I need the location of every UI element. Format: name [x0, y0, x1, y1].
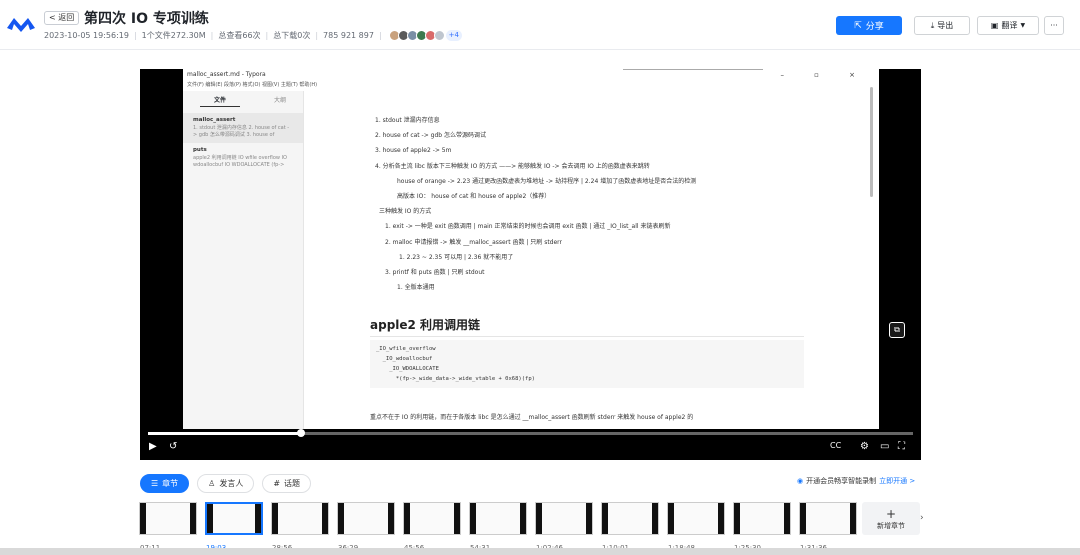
add-chapter-button[interactable]: + 新增章节	[862, 502, 920, 535]
doc-line: 高版本 IO： house of cat 和 house of apple2（推…	[397, 193, 551, 201]
settings-icon[interactable]: ⚙	[860, 441, 869, 452]
doc-line: 3. printf 和 puts 函数 | 只刷 stdout	[385, 269, 485, 277]
chapter-thumbnail[interactable]	[469, 502, 527, 535]
more-avatars-badge[interactable]: +4	[445, 30, 462, 41]
document-body: 1. stdout 泄漏内存信息 2. house of cat -> gdb 怎…	[371, 113, 811, 295]
chapter-thumbnail[interactable]	[667, 502, 725, 535]
meta-downloads: 总下载0次	[273, 31, 311, 40]
vip-icon: ◉	[797, 477, 804, 485]
tab-chapters[interactable]: ☰ 章节	[140, 474, 190, 493]
share-button[interactable]: ⇱ 分享	[836, 16, 902, 35]
doc-line: 2. malloc 申请报错 -> 触发 __malloc_assert 函数 …	[385, 238, 563, 246]
chapter-thumbnail[interactable]	[799, 502, 857, 535]
code-block: _IO_wfile_overflow _IO_wdoallocbuf _IO_W…	[370, 340, 804, 388]
tab-label: 话题	[284, 479, 301, 488]
progress-handle[interactable]	[297, 429, 305, 437]
export-label: 导出	[937, 21, 954, 30]
doc-line: 4. 分析各主流 libc 版本下三种触发 IO 的方式 ——> 能够触发 IO…	[375, 162, 650, 170]
taskbar	[0, 548, 1080, 555]
plus-icon: +	[885, 506, 897, 521]
bottom-tabs: ☰ 章节 ♙ 发言人 # 话题	[140, 474, 312, 493]
fullscreen-icon[interactable]: ⛶	[898, 441, 905, 452]
open-vip-link[interactable]: 立即开通 >	[879, 476, 915, 486]
meta-files: 1个文件272.30M	[141, 31, 206, 40]
doc-line: 1. exit -> 一种是 exit 函数调用 | main 正常结束的时候也…	[385, 223, 671, 231]
chevron-right-icon[interactable]: ›	[920, 513, 924, 523]
meta-datetime: 2023-10-05 19:56:19	[44, 31, 129, 40]
add-chapter-label: 新增章节	[877, 521, 905, 530]
tab-topics[interactable]: # 话题	[262, 474, 312, 493]
file-desc: apple2 利用调用链 IO wfile overflow IO wdoall…	[193, 155, 287, 168]
doc-line: house of orange -> 2.23 通过更改函数虚表为堆地址 -> …	[397, 177, 697, 185]
file-sidebar: 文件 大纲 malloc_assert 1. stdout 泄漏内存信息 2. …	[183, 91, 304, 429]
avatar	[433, 30, 445, 41]
picture-in-picture-icon[interactable]: ⧉	[889, 322, 905, 338]
subtitles-icon[interactable]: CC	[830, 441, 841, 450]
doc-line: 1. stdout 泄漏内存信息	[375, 117, 440, 124]
tab-outline: 大纲	[273, 97, 286, 104]
chapter-thumbnail[interactable]	[205, 502, 263, 535]
meta-views: 总查看66次	[218, 31, 261, 40]
hash-icon: #	[273, 479, 281, 488]
app-menu: 文件(F) 编辑(E) 段落(P) 格式(O) 视图(V) 主题(T) 帮助(H…	[187, 82, 318, 88]
file-item: puts apple2 利用调用链 IO wfile overflow IO w…	[183, 143, 303, 173]
doc-line: 1. 2.23 ~ 2.35 可以用 | 2.36 就不能用了	[399, 253, 514, 261]
file-item: malloc_assert 1. stdout 泄漏内存信息 2. house …	[183, 113, 303, 143]
chapter-list: + 新增章节 07:1119:0328:5636:2945:5654:311:0…	[139, 502, 927, 552]
top-bar: < 返回 第四次 IO 专项训练 ∠ 2023-10-05 19:56:19 | …	[0, 0, 1080, 50]
meta-info: 2023-10-05 19:56:19 | 1个文件272.30M | 总查看66次…	[44, 30, 462, 41]
translate-icon: ▣	[990, 21, 999, 30]
translate-button[interactable]: ▣ 翻译 ▼	[977, 16, 1039, 35]
doc-heading: apple2 利用调用链	[370, 316, 804, 337]
file-desc: 1. stdout 泄漏内存信息 2. house of cat -> gdb …	[193, 125, 290, 138]
file-name: malloc_assert	[193, 117, 236, 123]
share-label: 分享	[865, 22, 884, 32]
doc-line: 3. house of apple2 -> 5m	[375, 147, 452, 155]
chevron-down-icon: ▼	[1020, 22, 1026, 29]
play-icon[interactable]: ▶	[149, 441, 157, 452]
doc-line: 1. 全版本通用	[397, 284, 435, 292]
more-button[interactable]: ···	[1044, 16, 1064, 35]
scrollbar[interactable]	[870, 87, 873, 197]
promo-text: 开通会员畅享智能录制	[806, 477, 877, 485]
chapter-thumbnail[interactable]	[601, 502, 659, 535]
list-icon: ☰	[151, 479, 159, 488]
chapter-thumbnail[interactable]	[337, 502, 395, 535]
tab-label: 发言人	[219, 479, 244, 488]
tab-label: 章节	[162, 479, 179, 488]
doc-paragraph: 重点不在于 IO 的利用链，而在于各版本 libc 是怎么通过 __malloc…	[370, 414, 694, 421]
tab-speakers[interactable]: ♙ 发言人	[197, 474, 255, 493]
video-player[interactable]: malloc_assert.md - Typora 文件(F) 编辑(E) 段落…	[140, 69, 921, 460]
file-name: puts	[193, 147, 207, 153]
progress-bar[interactable]	[148, 432, 913, 435]
chapter-thumbnail[interactable]	[535, 502, 593, 535]
window-controls: – ▫ ×	[780, 71, 869, 79]
download-icon: ⤓	[930, 20, 935, 30]
chapter-thumbnail[interactable]	[403, 502, 461, 535]
edit-title-icon[interactable]: ∠	[190, 10, 200, 23]
app-title: malloc_assert.md - Typora	[187, 71, 266, 78]
app-logo-icon	[7, 18, 35, 32]
meta-group-id: 785 921 897	[323, 31, 374, 40]
back-button[interactable]: < 返回	[44, 11, 80, 25]
doc-line: 2. house of cat -> gdb 怎么带源码调试	[375, 132, 486, 140]
user-icon: ♙	[208, 479, 216, 488]
vip-promo: ◉ 开通会员畅享智能录制 立即开通 >	[797, 476, 915, 486]
chapter-thumbnail[interactable]	[733, 502, 791, 535]
avatar-group[interactable]	[388, 30, 445, 41]
video-frame: malloc_assert.md - Typora 文件(F) 编辑(E) 段落…	[183, 69, 879, 429]
chapter-thumbnail[interactable]	[139, 502, 197, 535]
window-mode-icon[interactable]: ▭	[880, 441, 889, 452]
chapter-thumbnail[interactable]	[271, 502, 329, 535]
rewind-icon[interactable]: ↺	[169, 441, 177, 452]
doc-line: 三种触发 IO 的方式	[379, 208, 432, 216]
share-icon: ⇱	[854, 20, 862, 31]
tab-files: 文件	[199, 95, 240, 107]
player-controls: ▶ ↺ CC ⚙ ▭ ⛶	[140, 441, 921, 459]
export-button[interactable]: ⤓ 导出	[914, 16, 970, 35]
translate-label: 翻译	[1001, 21, 1018, 30]
